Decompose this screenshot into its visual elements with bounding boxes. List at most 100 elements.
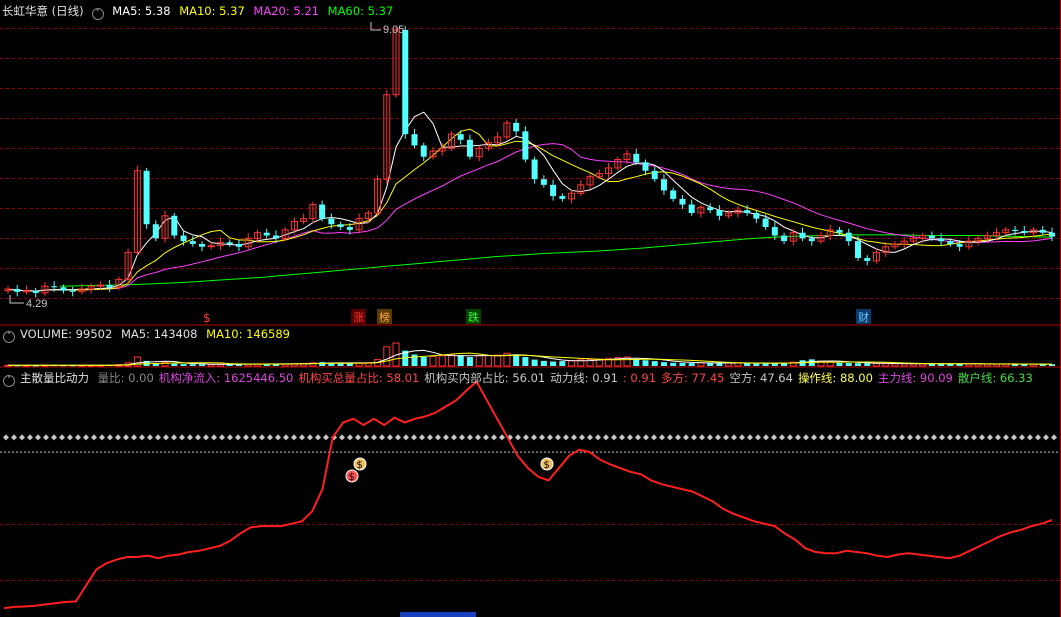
- sell-signal-coin-glyph: $: [349, 472, 355, 483]
- marker-dollar[interactable]: $: [203, 311, 211, 325]
- marker-bang[interactable]: 榜: [379, 310, 390, 324]
- volume-bar-down: [716, 363, 723, 366]
- indicator-value-4: 动力线: 0.91: [550, 371, 618, 385]
- candle-body-down: [14, 288, 21, 292]
- candle-body-down: [947, 241, 954, 244]
- high-price-label: 9.05: [383, 24, 404, 36]
- volume-bar-down: [845, 362, 852, 366]
- volume-bar-down: [466, 357, 473, 366]
- ma60-value: MA60: 5.37: [327, 4, 394, 18]
- volume-bar-down: [180, 364, 187, 366]
- candle-body-down: [69, 290, 76, 292]
- candle-body-down: [235, 243, 242, 247]
- volume-bar-down: [854, 363, 861, 366]
- volume-bar-down: [651, 361, 658, 366]
- candle-body-down: [753, 212, 760, 219]
- volume-bar-down: [559, 361, 566, 366]
- volume-bar-down: [670, 362, 677, 366]
- volume-bar-down: [679, 362, 686, 366]
- candle-body-down: [32, 290, 39, 293]
- candle-body-down: [60, 287, 67, 291]
- stock-title[interactable]: 长虹华意 (日线): [2, 4, 84, 18]
- candle-body-down: [51, 286, 58, 288]
- indicator-value-6: 多方: 77.45: [661, 371, 725, 385]
- candle-body-down: [457, 134, 464, 140]
- candle-body-down: [171, 215, 178, 236]
- candle-body-down: [513, 122, 520, 132]
- volume-ma5-value: MA5: 143408: [120, 327, 198, 341]
- candle-body-down: [189, 241, 196, 244]
- candle-body-down: [928, 235, 935, 239]
- candle-body-down: [670, 190, 677, 199]
- ma20-value: MA20: 5.21: [253, 4, 319, 18]
- candle-body-down: [272, 235, 279, 239]
- candle-body-down: [808, 238, 815, 242]
- volume-bar-down: [457, 355, 464, 366]
- buy-signal-coin-2-glyph: $: [544, 460, 550, 471]
- candle-body-down: [864, 258, 871, 261]
- volume-toggle-icon[interactable]: ˅: [3, 331, 15, 343]
- candle-body-down: [956, 243, 963, 247]
- candle-body-down: [651, 170, 658, 180]
- candle-body-down: [559, 196, 566, 199]
- marker-cai[interactable]: 财: [858, 310, 869, 324]
- candle-body-down: [152, 224, 159, 239]
- candle-body-down: [688, 204, 695, 213]
- indicator-value-5: : 0.91: [622, 371, 657, 385]
- candle-body-down: [836, 229, 843, 233]
- candle-body-down: [716, 210, 723, 216]
- volume-bar-down: [411, 354, 418, 366]
- volume-bar-down: [171, 363, 178, 366]
- indicator-value-9: 主力线: 90.09: [877, 371, 953, 385]
- ma10-value: MA10: 5.37: [179, 4, 245, 18]
- volume-bar-down: [522, 357, 529, 366]
- volume-bar-down: [540, 360, 547, 366]
- indicator-value-8: 操作线: 88.00: [797, 371, 873, 385]
- candle-body-down: [799, 232, 806, 239]
- candle-body-down: [550, 184, 557, 197]
- volume-value: VOLUME: 99502: [20, 327, 113, 341]
- low-price-label: 4.29: [26, 298, 47, 310]
- legend-toggle-icon[interactable]: ˅: [91, 8, 104, 20]
- buy-signal-coin-1-glyph: $: [357, 460, 363, 471]
- candle-body-down: [660, 179, 667, 191]
- indicator-value-2: 机构买总量占比: 58.01: [298, 371, 420, 385]
- volume-panel-divider: [0, 366, 1061, 368]
- indicator-legend: ˅ 主散量比动力 量比: 0.00 机构净流入: 1625446.50 机构买总量占比…: [0, 370, 1043, 387]
- candle-body-down: [744, 210, 751, 213]
- indicator-name[interactable]: 主散量比动力: [20, 371, 89, 385]
- candle-body-down: [1049, 232, 1055, 237]
- kline-chart-canvas[interactable]: $$$ 9.05 4.29 $ 涨 榜 跌 财: [0, 0, 1061, 617]
- volume-bar-down: [762, 363, 769, 366]
- ma5-value: MA5: 5.38: [112, 4, 171, 18]
- candle-body-down: [781, 235, 788, 242]
- candle-body-down: [263, 232, 270, 236]
- volume-bar-down: [420, 357, 427, 366]
- volume-bar-down: [753, 363, 760, 366]
- candle-body-down: [854, 241, 861, 259]
- candle-body-down: [106, 285, 113, 288]
- price-legend: 长虹华意 (日线) ˅ MA5: 5.38 MA10: 5.37 MA20: 5.…: [0, 3, 398, 20]
- candle-body-down: [762, 218, 769, 228]
- indicator-value-0: 量比: 0.00: [97, 371, 154, 385]
- candle-body-down: [337, 224, 344, 228]
- volume-bar-down: [550, 361, 557, 366]
- candle-body-down: [1012, 229, 1019, 231]
- marker-die[interactable]: 跌: [468, 310, 479, 324]
- candle-body-down: [642, 162, 649, 171]
- candle-body-down: [346, 227, 353, 230]
- volume-bar-down: [660, 362, 667, 366]
- marker-zhang[interactable]: 涨: [353, 311, 364, 324]
- candle-body-down: [771, 227, 778, 236]
- candle-body-down: [938, 238, 945, 242]
- volume-bar-down: [836, 362, 843, 366]
- candle-body-down: [402, 30, 409, 135]
- volume-bar-down: [199, 364, 206, 366]
- indicator-value-3: 机构买内部占比: 56.01: [424, 371, 546, 385]
- indicator-toggle-icon[interactable]: ˅: [3, 375, 15, 387]
- candle-body-down: [679, 198, 686, 205]
- volume-bar-down: [688, 363, 695, 366]
- volume-bar-down: [346, 363, 353, 366]
- indicator-value-1: 机构净流入: 1625446.50: [158, 371, 294, 385]
- candle-body-down: [707, 207, 714, 211]
